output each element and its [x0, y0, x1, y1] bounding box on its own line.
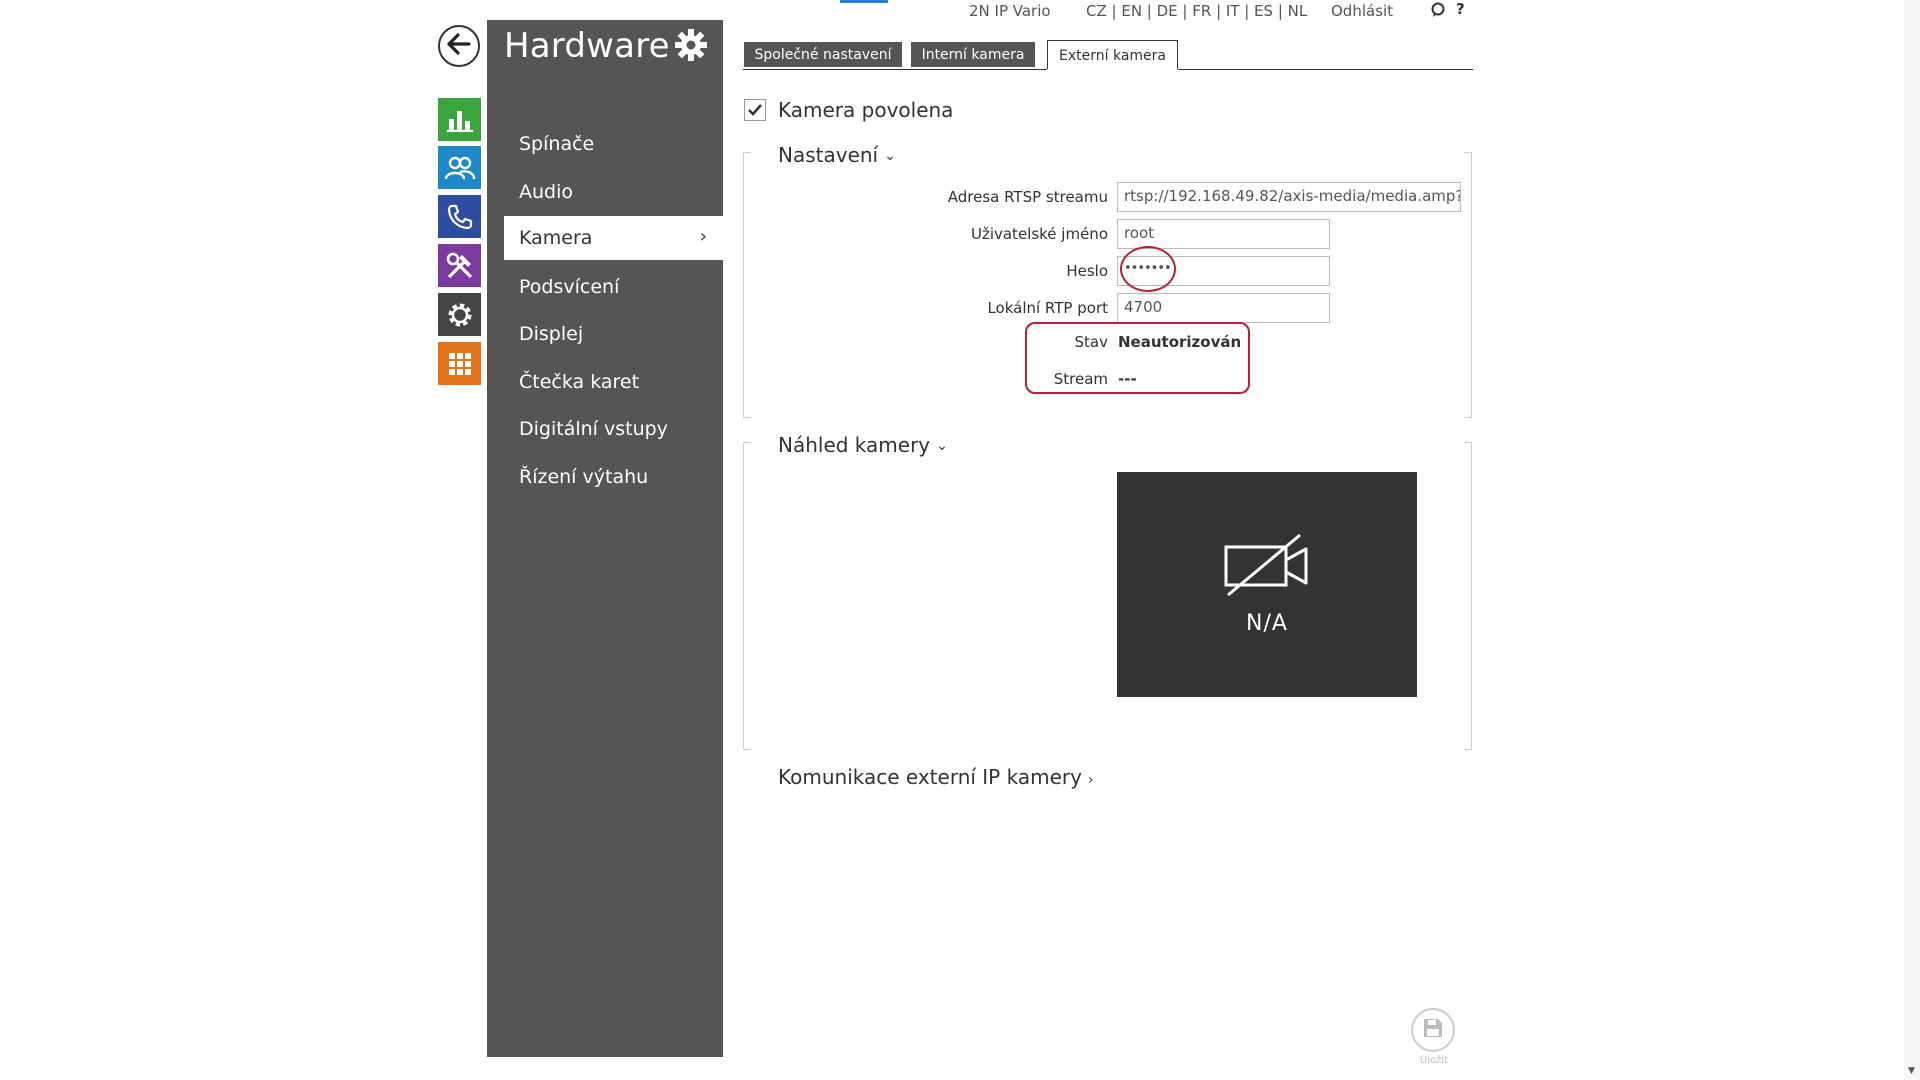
chevron-right-icon: ›: [1087, 772, 1094, 788]
chevron-right-icon: ›: [699, 226, 707, 247]
sidebar-item-spinace[interactable]: Spínače: [504, 122, 723, 166]
tab-interni-kamera[interactable]: Interní kamera: [911, 42, 1035, 67]
tab-externi-kamera[interactable]: Externí kamera: [1047, 40, 1178, 70]
sidebar-item-label: Podsvícení: [519, 276, 620, 298]
gear-icon[interactable]: [438, 293, 481, 336]
username-label: Uživatelské jméno: [970, 225, 1108, 243]
phone-icon[interactable]: [438, 195, 481, 238]
save-label: Uložit: [1419, 1055, 1449, 1066]
camera-preview: N/A: [1117, 472, 1417, 697]
tab-label: Externí kamera: [1059, 47, 1166, 64]
rtp-port-input[interactable]: 4700: [1117, 293, 1330, 323]
users-icon[interactable]: [438, 146, 481, 189]
settings-title-text: Nastavení: [778, 143, 879, 167]
sidebar-title: Hardware: [504, 26, 670, 66]
tools-icon[interactable]: [438, 244, 481, 287]
settings-gear-icon[interactable]: [674, 28, 708, 62]
top-active-indicator: [840, 0, 888, 3]
sidebar-item-label: Audio: [519, 181, 574, 203]
help-icon[interactable]: ?: [1456, 0, 1465, 18]
camera-enabled-checkbox[interactable]: [744, 99, 766, 121]
preview-title-text: Náhled kamery: [778, 433, 931, 457]
preview-na-text: N/A: [1246, 611, 1288, 636]
password-label: Heslo: [1066, 262, 1108, 280]
back-button[interactable]: [438, 25, 480, 67]
rtsp-label: Adresa RTSP streamu: [947, 188, 1108, 206]
scrollbar[interactable]: ▼: [1904, 0, 1920, 1080]
communication-section-title[interactable]: Komunikace externí IP kamery ›: [778, 765, 1094, 789]
settings-section-title[interactable]: Nastavení ⌄: [778, 143, 896, 167]
camera-enabled-label: Kamera povolena: [778, 98, 954, 122]
section-border-right: [1464, 152, 1472, 418]
communication-title-text: Komunikace externí IP kamery: [778, 765, 1082, 789]
language-switcher[interactable]: CZ | EN | DE | FR | IT | ES | NL: [1086, 2, 1307, 20]
section-border-right: [1464, 442, 1472, 750]
sidebar-item-kamera[interactable]: Kamera ›: [504, 216, 723, 260]
scroll-down-arrow-icon[interactable]: ▼: [1908, 1066, 1915, 1076]
chat-icon[interactable]: [1430, 2, 1446, 18]
status-chart-icon[interactable]: [438, 98, 481, 141]
sidebar-item-audio[interactable]: Audio: [504, 170, 723, 214]
chevron-down-icon: ⌄: [884, 148, 896, 164]
section-border-left: [743, 442, 751, 750]
sidebar-item-digitalni-vstupy[interactable]: Digitální vstupy: [504, 407, 723, 451]
active-tab-gap: [1047, 69, 1178, 71]
tab-label: Interní kamera: [921, 46, 1025, 63]
sidebar-item-rizeni-vytahu[interactable]: Řízení výtahu: [504, 455, 723, 499]
sidebar-item-label: Řízení výtahu: [519, 466, 649, 488]
chevron-down-icon: ⌄: [936, 438, 948, 454]
grid-icon[interactable]: [438, 342, 481, 385]
floppy-disk-icon: [1422, 1017, 1444, 1043]
sidebar-item-label: Digitální vstupy: [519, 418, 668, 440]
device-name: 2N IP Vario: [969, 2, 1051, 20]
sidebar-item-podsviceni[interactable]: Podsvícení: [504, 265, 723, 309]
sidebar-item-displej[interactable]: Displej: [504, 312, 723, 356]
sidebar-item-label: Spínače: [519, 133, 595, 155]
arrow-left-icon: [447, 33, 471, 59]
tab-label: Společné nastavení: [754, 46, 892, 63]
rtp-port-label: Lokální RTP port: [987, 299, 1108, 317]
status-highlight-box: [1025, 322, 1250, 394]
preview-section-title[interactable]: Náhled kamery ⌄: [778, 433, 948, 457]
username-input[interactable]: root: [1117, 219, 1330, 249]
rtsp-address-input[interactable]: rtsp://192.168.49.82/axis-media/media.am…: [1117, 182, 1461, 212]
logout-link[interactable]: Odhlásit: [1331, 2, 1393, 20]
password-highlight-circle: [1120, 246, 1176, 292]
sidebar-item-label: Čtečka karet: [519, 371, 640, 393]
save-button[interactable]: [1411, 1008, 1455, 1052]
sidebar-item-label: Kamera: [519, 227, 593, 249]
sidebar-item-ctecka-karet[interactable]: Čtečka karet: [504, 360, 723, 404]
camera-off-icon: [1222, 533, 1312, 603]
section-border-left: [743, 152, 751, 418]
tab-spolecne-nastaveni[interactable]: Společné nastavení: [744, 42, 902, 67]
sidebar-item-label: Displej: [519, 323, 584, 345]
